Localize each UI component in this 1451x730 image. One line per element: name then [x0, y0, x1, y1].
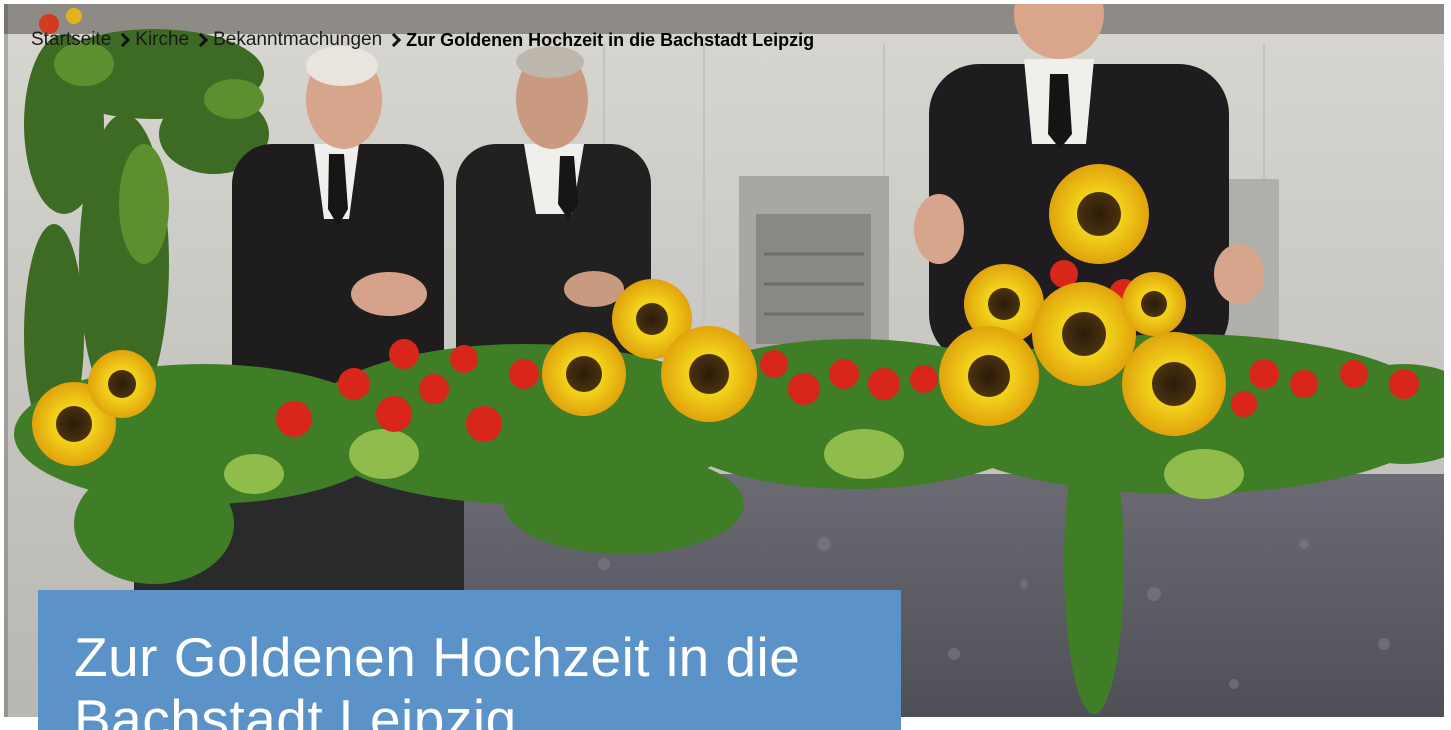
breadcrumb-item-kirche[interactable]: Kirche [135, 29, 189, 51]
page-title: Zur Goldenen Hochzeit in die Bachstadt L… [74, 626, 801, 730]
breadcrumb-current-page: Zur Goldenen Hochzeit in die Bachstadt L… [406, 30, 815, 50]
breadcrumb-item-startseite[interactable]: Startseite [31, 29, 111, 51]
chevron-right-icon [194, 31, 210, 49]
chevron-right-icon [387, 31, 403, 49]
breadcrumb-item-bekanntmachungen[interactable]: Bekanntmachungen [213, 29, 382, 51]
breadcrumb: Startseite Kirche Bekanntmachungen Zur G… [31, 29, 814, 51]
title-box: Zur Goldenen Hochzeit in die Bachstadt L… [38, 590, 901, 730]
chevron-right-icon [116, 31, 132, 49]
